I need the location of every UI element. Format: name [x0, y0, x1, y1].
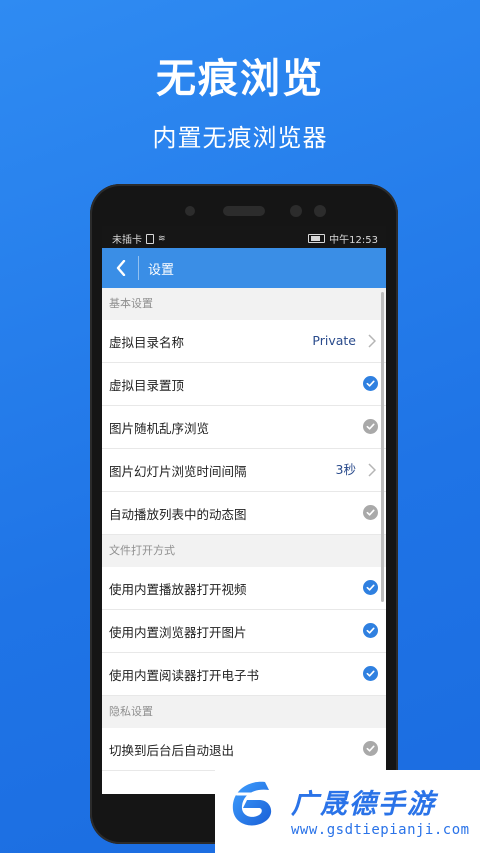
phone-frame: 未插卡 ≋ 中午12:53 设置 基本设置 虚拟目录名称 Private 虚拟目…	[90, 184, 398, 844]
promo-subline: 内置无痕浏览器	[152, 124, 328, 152]
page-title: 设置	[148, 263, 175, 278]
setting-label: 使用内置浏览器打开图片	[109, 624, 247, 640]
sim-icon	[146, 233, 154, 244]
checked-circle-icon[interactable]	[363, 623, 378, 638]
checked-circle-icon[interactable]	[363, 666, 378, 681]
setting-row-autoplay-gif[interactable]: 自动播放列表中的动态图	[102, 492, 386, 535]
chevron-right-icon	[368, 334, 376, 348]
setting-label: 图片幻灯片浏览时间间隔	[109, 463, 247, 479]
clock-text: 中午12:53	[329, 235, 378, 246]
setting-value: 3秒	[335, 462, 356, 477]
setting-row-builtin-video[interactable]: 使用内置播放器打开视频	[102, 567, 386, 610]
unchecked-circle-icon[interactable]	[363, 505, 378, 520]
phone-screen: 未插卡 ≋ 中午12:53 设置 基本设置 虚拟目录名称 Private 虚拟目…	[102, 226, 386, 794]
setting-value: Private	[312, 333, 356, 348]
setting-row-virtual-dir-pin[interactable]: 虚拟目录置顶	[102, 363, 386, 406]
setting-row-virtual-dir-name[interactable]: 虚拟目录名称 Private	[102, 320, 386, 363]
setting-label: 虚拟目录置顶	[109, 377, 185, 393]
unchecked-circle-icon[interactable]	[363, 419, 378, 434]
battery-icon	[308, 234, 326, 243]
appbar-divider	[138, 256, 139, 280]
earpiece-speaker	[223, 206, 265, 216]
setting-row-builtin-ebook[interactable]: 使用内置阅读器打开电子书	[102, 653, 386, 696]
setting-row-slideshow-interval[interactable]: 图片幻灯片浏览时间间隔 3秒	[102, 449, 386, 492]
sensor-icon	[290, 205, 302, 217]
unchecked-circle-icon[interactable]	[363, 741, 378, 756]
back-button[interactable]	[108, 254, 134, 282]
checked-circle-icon[interactable]	[363, 376, 378, 391]
scrollbar[interactable]	[381, 292, 384, 602]
promo-headline: 无痕浏览	[156, 56, 324, 102]
setting-label: 使用内置播放器打开视频	[109, 581, 247, 597]
brand-url: www.gsdtiepianji.com	[291, 822, 470, 838]
front-camera-icon	[185, 206, 195, 216]
section-header-privacy: 隐私设置	[102, 696, 386, 728]
setting-label: 使用内置阅读器打开电子书	[109, 667, 260, 683]
settings-list[interactable]: 基本设置 虚拟目录名称 Private 虚拟目录置顶 图片随机乱序浏览 图片幻灯…	[102, 288, 386, 794]
sensor-icon	[314, 205, 326, 217]
status-bar: 未插卡 ≋ 中午12:53	[102, 226, 386, 248]
app-bar: 设置	[102, 248, 386, 288]
section-header-basic: 基本设置	[102, 288, 386, 320]
brand-logo-icon	[232, 781, 272, 826]
checked-circle-icon[interactable]	[363, 580, 378, 595]
setting-row-builtin-image[interactable]: 使用内置浏览器打开图片	[102, 610, 386, 653]
setting-label: 自动播放列表中的动态图	[109, 506, 247, 522]
setting-row-random-order[interactable]: 图片随机乱序浏览	[102, 406, 386, 449]
brand-name: 广晟德手游	[291, 789, 436, 820]
wifi-icon: ≋	[158, 233, 166, 244]
carrier-text: 未插卡	[112, 235, 142, 246]
setting-label: 切换到后台后自动退出	[109, 742, 235, 758]
chevron-left-icon	[116, 260, 126, 276]
setting-label: 虚拟目录名称	[109, 334, 185, 350]
setting-row-auto-exit[interactable]: 切换到后台后自动退出	[102, 728, 386, 771]
section-header-open-mode: 文件打开方式	[102, 535, 386, 567]
setting-label: 图片随机乱序浏览	[109, 420, 210, 436]
watermark: 广晟德手游 www.gsdtiepianji.com	[215, 770, 480, 853]
chevron-right-icon	[368, 463, 376, 477]
